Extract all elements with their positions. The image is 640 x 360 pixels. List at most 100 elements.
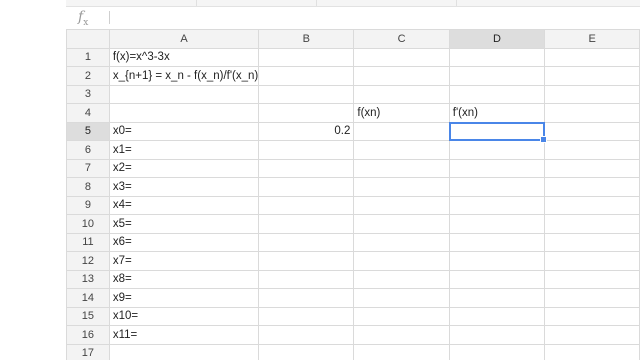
cell-b2[interactable] (258, 66, 355, 86)
cell-e11[interactable] (544, 232, 640, 252)
cell-d6[interactable] (448, 140, 546, 160)
cell-a17[interactable] (108, 343, 260, 360)
cell-a4[interactable] (108, 103, 260, 123)
row-header-10[interactable]: 10 (66, 214, 110, 234)
cell-e16[interactable] (544, 325, 640, 345)
cell-e4[interactable] (544, 103, 640, 123)
cell-c4[interactable]: f(xn) (353, 103, 450, 123)
cell-c6[interactable] (353, 140, 450, 160)
cell-c13[interactable] (353, 269, 450, 289)
cell-c15[interactable] (353, 306, 450, 326)
column-header-d[interactable]: D (448, 29, 546, 49)
row-header-14[interactable]: 14 (66, 288, 110, 308)
cell-a16[interactable]: x11= (108, 325, 260, 345)
cell-d2[interactable] (448, 66, 546, 86)
fill-handle[interactable] (540, 136, 548, 143)
cell-d17[interactable] (448, 343, 546, 360)
cell-a9[interactable]: x4= (108, 195, 260, 215)
cell-d14[interactable] (448, 288, 546, 308)
cell-c12[interactable] (353, 251, 450, 271)
row-header-6[interactable]: 6 (66, 140, 110, 160)
row-header-11[interactable]: 11 (66, 232, 110, 252)
cell-e9[interactable] (544, 195, 640, 215)
formula-input[interactable] (118, 9, 618, 27)
cell-d1[interactable] (448, 47, 546, 67)
cell-c8[interactable] (353, 177, 450, 197)
cell-c17[interactable] (353, 343, 450, 360)
cell-b5[interactable]: 0.2 (258, 121, 355, 141)
cell-a3[interactable] (108, 84, 260, 104)
cell-d8[interactable] (448, 177, 546, 197)
cell-c10[interactable] (353, 214, 450, 234)
cell-d12[interactable] (448, 251, 546, 271)
cell-b7[interactable] (258, 158, 355, 178)
row-header-8[interactable]: 8 (66, 177, 110, 197)
cell-b11[interactable] (258, 232, 355, 252)
row-header-16[interactable]: 16 (66, 325, 110, 345)
cell-c3[interactable] (353, 84, 450, 104)
row-header-9[interactable]: 9 (66, 195, 110, 215)
cell-c9[interactable] (353, 195, 450, 215)
cell-a5[interactable]: x0= (108, 121, 260, 141)
cell-d11[interactable] (448, 232, 546, 252)
cell-d5[interactable] (448, 121, 548, 143)
cell-a11[interactable]: x6= (108, 232, 260, 252)
cell-d13[interactable] (448, 269, 546, 289)
cell-b3[interactable] (258, 84, 355, 104)
cell-a15[interactable]: x10= (108, 306, 260, 326)
row-header-1[interactable]: 1 (66, 47, 110, 67)
cell-d4[interactable]: f'(xn) (448, 103, 546, 123)
cell-e14[interactable] (544, 288, 640, 308)
cell-e5[interactable] (544, 121, 640, 141)
cell-a12[interactable]: x7= (108, 251, 260, 271)
cell-b14[interactable] (258, 288, 355, 308)
cell-b6[interactable] (258, 140, 355, 160)
column-header-a[interactable]: A (108, 29, 260, 49)
cell-d15[interactable] (448, 306, 546, 326)
cell-e10[interactable] (544, 214, 640, 234)
cell-b1[interactable] (258, 47, 355, 67)
row-header-4[interactable]: 4 (66, 103, 110, 123)
row-header-2[interactable]: 2 (66, 66, 110, 86)
cell-e2[interactable] (544, 66, 640, 86)
cell-c11[interactable] (353, 232, 450, 252)
cell-a2[interactable]: x_{n+1} = x_n - f(x_n)/f'(x_n) (108, 66, 260, 86)
cell-a8[interactable]: x3= (108, 177, 260, 197)
cell-e8[interactable] (544, 177, 640, 197)
select-all-corner[interactable] (66, 29, 110, 49)
cell-c2[interactable] (353, 66, 450, 86)
cell-e3[interactable] (544, 84, 640, 104)
cell-e1[interactable] (544, 47, 640, 67)
cell-b15[interactable] (258, 306, 355, 326)
cell-b13[interactable] (258, 269, 355, 289)
cell-b10[interactable] (258, 214, 355, 234)
cell-d7[interactable] (448, 158, 546, 178)
cell-b16[interactable] (258, 325, 355, 345)
row-header-5[interactable]: 5 (66, 121, 110, 141)
column-header-b[interactable]: B (258, 29, 355, 49)
row-header-17[interactable]: 17 (66, 343, 110, 360)
cell-a13[interactable]: x8= (108, 269, 260, 289)
cell-c16[interactable] (353, 325, 450, 345)
cell-d16[interactable] (448, 325, 546, 345)
row-header-13[interactable]: 13 (66, 269, 110, 289)
cell-a14[interactable]: x9= (108, 288, 260, 308)
row-header-3[interactable]: 3 (66, 84, 110, 104)
cell-a6[interactable]: x1= (108, 140, 260, 160)
cell-c1[interactable] (353, 47, 450, 67)
cell-a7[interactable]: x2= (108, 158, 260, 178)
cell-b8[interactable] (258, 177, 355, 197)
cell-e13[interactable] (544, 269, 640, 289)
cell-c7[interactable] (353, 158, 450, 178)
cell-e6[interactable] (544, 140, 640, 160)
column-header-e[interactable]: E (544, 29, 640, 49)
cell-d9[interactable] (448, 195, 546, 215)
cell-d10[interactable] (448, 214, 546, 234)
row-header-15[interactable]: 15 (66, 306, 110, 326)
cell-c5[interactable] (353, 121, 450, 141)
cell-a1[interactable]: f(x)=x^3-3x (108, 47, 260, 67)
cell-a10[interactable]: x5= (108, 214, 260, 234)
row-header-12[interactable]: 12 (66, 251, 110, 271)
cell-d3[interactable] (448, 84, 546, 104)
cell-e7[interactable] (544, 158, 640, 178)
